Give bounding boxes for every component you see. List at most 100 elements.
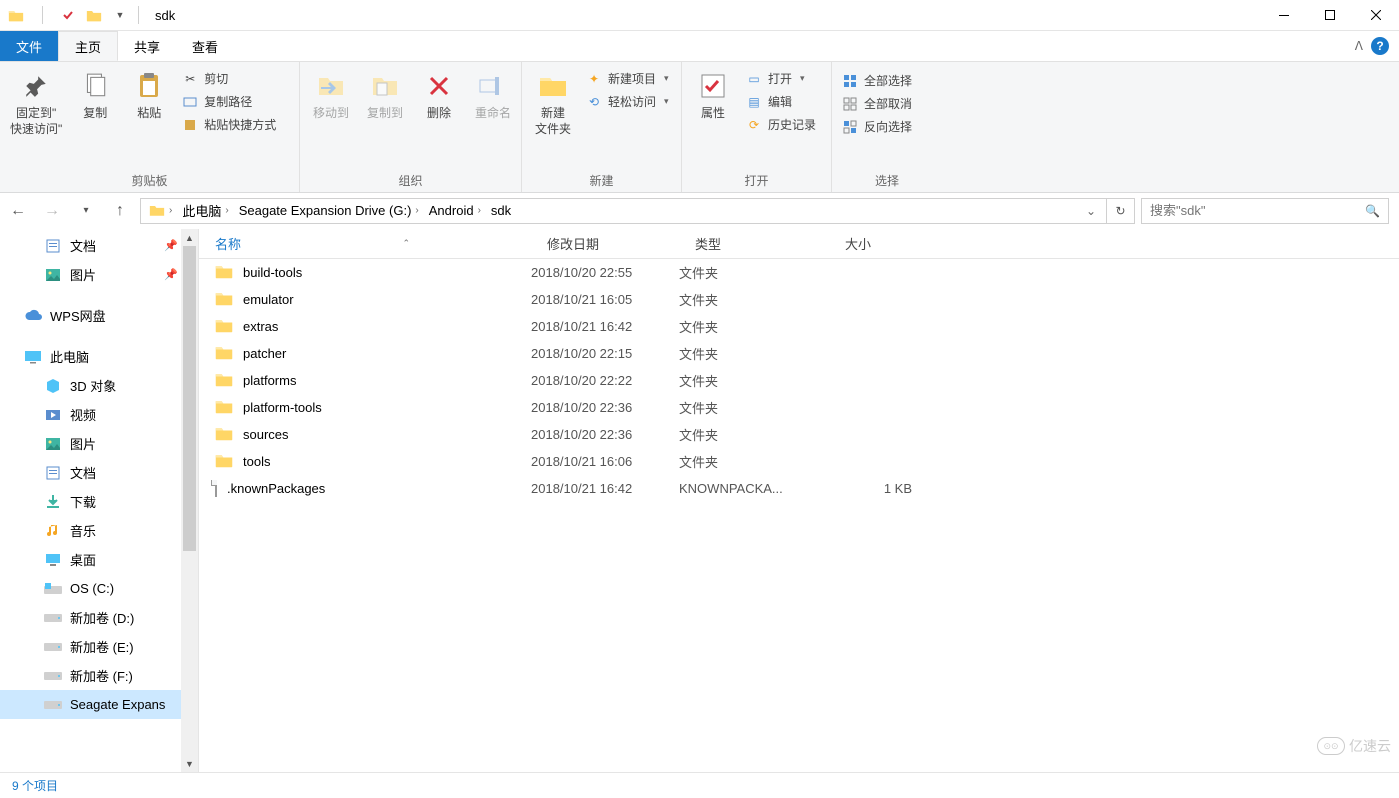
maximize-button[interactable] xyxy=(1307,0,1353,31)
minimize-button[interactable] xyxy=(1261,0,1307,31)
scroll-thumb[interactable] xyxy=(183,246,196,551)
sidebar-item-icon xyxy=(44,580,62,598)
file-row[interactable]: patcher 2018/10/20 22:15 文件夹 xyxy=(199,340,1399,367)
search-icon[interactable]: 🔍 xyxy=(1365,204,1380,218)
tab-view[interactable]: 查看 xyxy=(176,31,234,61)
sidebar-pc-item[interactable]: 文档 xyxy=(0,458,198,487)
column-name[interactable]: 名称⌃ xyxy=(199,234,531,253)
paste-button[interactable]: 粘贴 xyxy=(124,64,174,124)
group-label-select: 选择 xyxy=(838,172,936,190)
collapse-ribbon-icon[interactable]: ᐱ xyxy=(1355,39,1363,53)
sidebar-pc-item[interactable]: 图片 xyxy=(0,429,198,458)
tab-share[interactable]: 共享 xyxy=(118,31,176,61)
copyto-icon xyxy=(369,70,401,102)
close-button[interactable] xyxy=(1353,0,1399,31)
sidebar-pc-item[interactable]: OS (C:) xyxy=(0,574,198,603)
move-to-button[interactable]: 移动到 xyxy=(306,64,356,124)
file-row[interactable]: platforms 2018/10/20 22:22 文件夹 xyxy=(199,367,1399,394)
file-date: 2018/10/20 22:55 xyxy=(531,265,679,280)
sidebar-item-icon xyxy=(44,667,62,685)
address-bar[interactable]: › 此电脑› Seagate Expansion Drive (G:)› And… xyxy=(140,198,1107,224)
delete-button[interactable]: 删除 xyxy=(414,64,464,124)
file-row[interactable]: sources 2018/10/20 22:36 文件夹 xyxy=(199,421,1399,448)
sidebar-item-icon xyxy=(44,609,62,627)
copy-button[interactable]: 复制 xyxy=(70,64,120,124)
properties-button[interactable]: 属性 xyxy=(688,64,738,124)
file-type: KNOWNPACKA... xyxy=(679,481,829,496)
pin-to-quickaccess-button[interactable]: 固定到" 快速访问" xyxy=(6,64,66,139)
sidebar-thispc[interactable]: 此电脑 xyxy=(0,342,198,371)
file-type: 文件夹 xyxy=(679,317,829,336)
history-button[interactable]: ⟳历史记录 xyxy=(742,114,820,135)
group-label-new: 新建 xyxy=(528,172,675,190)
new-folder-button[interactable]: 新建 文件夹 xyxy=(528,64,578,139)
file-row[interactable]: build-tools 2018/10/20 22:55 文件夹 xyxy=(199,259,1399,286)
invert-selection-button[interactable]: 反向选择 xyxy=(838,116,916,137)
cut-button[interactable]: ✂剪切 xyxy=(178,68,280,89)
sidebar-pc-item[interactable]: 新加卷 (D:) xyxy=(0,603,198,632)
forward-button[interactable]: → xyxy=(38,197,66,225)
sidebar-item-label: Seagate Expans xyxy=(70,697,165,712)
file-row[interactable]: .knownPackages 2018/10/21 16:42 KNOWNPAC… xyxy=(199,475,1399,502)
qat-folder-icon[interactable] xyxy=(82,3,106,27)
file-row[interactable]: tools 2018/10/21 16:06 文件夹 xyxy=(199,448,1399,475)
select-all-button[interactable]: 全部选择 xyxy=(838,70,916,91)
file-type: 文件夹 xyxy=(679,425,829,444)
file-list: 名称⌃ 修改日期 类型 大小 build-tools 2018/10/20 22… xyxy=(199,229,1399,772)
column-size[interactable]: 大小 xyxy=(829,234,924,253)
recent-dropdown[interactable]: ▾ xyxy=(72,197,100,225)
refresh-button[interactable]: ↻ xyxy=(1107,198,1135,224)
column-date[interactable]: 修改日期 xyxy=(531,234,679,253)
edit-button[interactable]: ▤编辑 xyxy=(742,91,820,112)
help-icon[interactable]: ? xyxy=(1371,37,1389,55)
sidebar-item-icon xyxy=(44,435,62,453)
sidebar-item-label: 新加卷 (F:) xyxy=(70,666,133,685)
breadcrumb-root-icon[interactable]: › xyxy=(145,204,176,217)
sidebar-pc-item[interactable]: 新加卷 (E:) xyxy=(0,632,198,661)
sidebar-quick-item[interactable]: 图片📌 xyxy=(0,260,198,289)
search-input[interactable] xyxy=(1150,203,1365,218)
up-button[interactable]: ↑ xyxy=(106,197,134,225)
sidebar-pc-item[interactable]: 下载 xyxy=(0,487,198,516)
select-none-button[interactable]: 全部取消 xyxy=(838,93,916,114)
sidebar-scrollbar[interactable]: ▲ ▼ xyxy=(181,229,198,772)
cloud-icon xyxy=(24,307,42,325)
search-box[interactable]: 🔍 xyxy=(1141,198,1389,224)
copy-path-button[interactable]: 复制路径 xyxy=(178,91,280,112)
column-type[interactable]: 类型 xyxy=(679,234,829,253)
sidebar-item-label: 3D 对象 xyxy=(70,376,116,395)
sidebar-item-label: 新加卷 (D:) xyxy=(70,608,134,627)
qat-properties-icon[interactable] xyxy=(56,3,80,27)
scroll-down-icon[interactable]: ▼ xyxy=(181,755,198,772)
sidebar-pc-item[interactable]: 音乐 xyxy=(0,516,198,545)
file-row[interactable]: platform-tools 2018/10/20 22:36 文件夹 xyxy=(199,394,1399,421)
file-name: emulator xyxy=(243,292,294,307)
easy-access-button[interactable]: ⟲轻松访问▾ xyxy=(582,91,673,112)
rename-button[interactable]: 重命名 xyxy=(468,64,518,124)
sidebar-quick-item[interactable]: 文档📌 xyxy=(0,231,198,260)
sidebar-pc-item[interactable]: Seagate Expans xyxy=(0,690,198,719)
properties-icon xyxy=(697,70,729,102)
tab-home[interactable]: 主页 xyxy=(58,31,118,61)
file-type: 文件夹 xyxy=(679,344,829,363)
back-button[interactable]: ← xyxy=(4,197,32,225)
qat-dropdown-icon[interactable]: ▼ xyxy=(108,3,132,27)
newfolder-icon xyxy=(537,70,569,102)
folder-icon xyxy=(215,399,233,417)
file-row[interactable]: emulator 2018/10/21 16:05 文件夹 xyxy=(199,286,1399,313)
sidebar-pc-item[interactable]: 视频 xyxy=(0,400,198,429)
copy-to-button[interactable]: 复制到 xyxy=(360,64,410,124)
new-item-button[interactable]: ✦新建项目▾ xyxy=(582,68,673,89)
sidebar-pc-item[interactable]: 3D 对象 xyxy=(0,371,198,400)
file-row[interactable]: extras 2018/10/21 16:42 文件夹 xyxy=(199,313,1399,340)
sidebar-wps[interactable]: WPS网盘 xyxy=(0,301,198,330)
open-button[interactable]: ▭打开▾ xyxy=(742,68,820,89)
sidebar-pc-item[interactable]: 桌面 xyxy=(0,545,198,574)
file-name: build-tools xyxy=(243,265,302,280)
sidebar-pc-item[interactable]: 新加卷 (F:) xyxy=(0,661,198,690)
scroll-up-icon[interactable]: ▲ xyxy=(181,229,198,246)
paste-shortcut-button[interactable]: 粘贴快捷方式 xyxy=(178,114,280,135)
sidebar-item-icon xyxy=(44,493,62,511)
tab-file[interactable]: 文件 xyxy=(0,31,58,61)
address-dropdown-icon[interactable]: ⌄ xyxy=(1080,204,1102,218)
